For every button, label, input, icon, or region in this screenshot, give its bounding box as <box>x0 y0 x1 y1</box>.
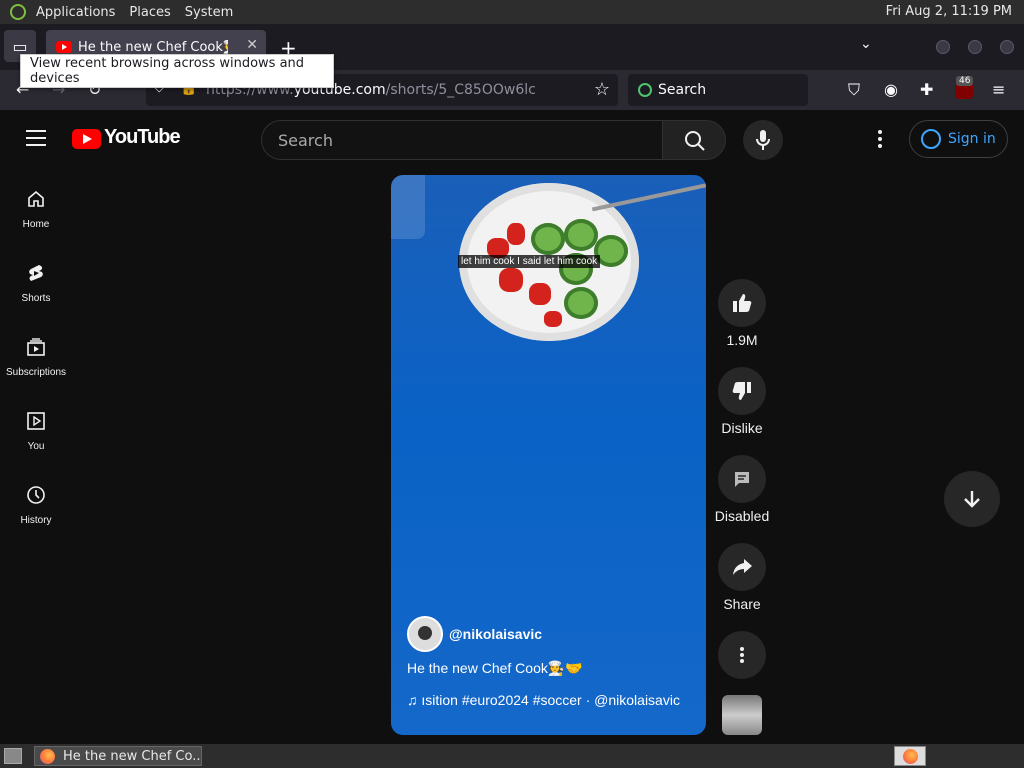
tomato-image <box>499 268 523 292</box>
shorts-icon <box>29 265 43 281</box>
extensions-puzzle-icon[interactable]: ✚ <box>920 80 933 99</box>
places-menu[interactable]: Places <box>129 5 170 20</box>
sidebar-item-you[interactable]: You <box>0 397 72 471</box>
account-icon[interactable]: ◉ <box>884 80 898 99</box>
more-vertical-icon <box>740 647 744 663</box>
more-actions-button[interactable] <box>718 631 766 679</box>
channel-avatar[interactable] <box>407 616 443 652</box>
thumbs-down-icon <box>732 382 751 400</box>
recent-browsing-icon: ▭ <box>12 36 28 56</box>
video-title: He the new Chef Cook🧑‍🍳🤝 <box>407 660 583 676</box>
sign-in-label: Sign in <box>948 131 996 147</box>
window-maximize-button[interactable] <box>968 40 982 54</box>
tomato-image <box>529 283 551 305</box>
guide-menu-icon[interactable] <box>26 130 46 151</box>
list-all-tabs-chevron-icon[interactable]: ⌄ <box>860 36 872 52</box>
sidebar-item-label: Home <box>22 219 50 230</box>
music-note-icon: ♫ <box>407 692 422 708</box>
youtube-header: YouTube Search Sign in <box>0 110 1024 168</box>
sidebar-item-home[interactable]: Home <box>0 175 72 249</box>
person-icon <box>921 129 941 149</box>
firefox-icon <box>40 749 55 764</box>
gnome-foot-icon[interactable] <box>10 4 26 20</box>
bottom-taskbar: He the new Chef Co... <box>0 744 1024 768</box>
sidebar-item-shorts[interactable]: Shorts <box>0 249 72 323</box>
youtube-favicon-icon <box>56 41 72 53</box>
applications-menu[interactable]: Applications <box>36 5 115 20</box>
share-arrow-icon <box>733 559 752 575</box>
youtube-search-placeholder: Search <box>278 130 333 150</box>
dislike-button[interactable] <box>718 367 766 415</box>
settings-kebab-icon[interactable] <box>878 130 882 151</box>
fork-image <box>591 182 706 212</box>
system-menu[interactable]: System <box>185 5 233 20</box>
cucumber-image <box>564 287 598 319</box>
taskbar-window-title: He the new Chef Co... <box>63 748 202 764</box>
next-short-thumbnail[interactable] <box>722 695 762 735</box>
comments-label: Disabled <box>714 508 770 524</box>
youtube-search-button[interactable] <box>662 120 726 160</box>
glass-image <box>391 175 425 239</box>
sidebar-item-subscriptions[interactable]: Subscriptions <box>0 323 72 397</box>
bookmark-star-icon[interactable]: ☆ <box>594 79 610 100</box>
sidebar-item-label: Subscriptions <box>5 367 67 378</box>
microphone-icon <box>756 130 770 150</box>
channel-name[interactable]: @nikolaisavic <box>449 626 542 642</box>
taskbar-window-firefox[interactable]: He the new Chef Co... <box>34 746 202 766</box>
window-minimize-button[interactable] <box>936 40 950 54</box>
sidebar-item-label: History <box>20 515 52 526</box>
cucumber-image <box>564 219 598 251</box>
show-desktop-icon[interactable] <box>4 748 22 764</box>
sidebar-item-label: Shorts <box>21 293 51 304</box>
youtube-search-input[interactable]: Search <box>261 120 663 160</box>
dislike-label: Dislike <box>721 420 763 436</box>
youtube-logo-icon[interactable] <box>72 129 101 149</box>
sign-in-button[interactable]: Sign in <box>909 120 1008 158</box>
music-line[interactable]: ♫ ısition #euro2024 #soccer · @nikolaisa… <box>407 692 680 708</box>
cucumber-image <box>531 223 565 255</box>
search-icon <box>685 131 705 151</box>
tab-close-icon[interactable]: ✕ <box>246 37 258 53</box>
like-count: 1.9M <box>726 332 758 348</box>
like-button[interactable] <box>718 279 766 327</box>
browser-search-box[interactable]: Search <box>628 74 808 106</box>
subscriptions-icon <box>27 338 45 356</box>
window-close-button[interactable] <box>1000 40 1014 54</box>
share-button[interactable] <box>718 543 766 591</box>
search-engine-icon <box>638 83 652 97</box>
you-icon <box>27 412 45 430</box>
short-video-player[interactable]: let him cook I said let him cook @nikola… <box>391 175 706 735</box>
sidebar-item-history[interactable]: History <box>0 471 72 545</box>
tooltip: View recent browsing across windows and … <box>20 54 334 88</box>
comment-icon <box>735 472 749 487</box>
app-menu-hamburger-icon[interactable]: ≡ <box>992 80 1005 99</box>
home-icon <box>28 190 44 207</box>
sidebar-item-label: You <box>27 441 45 452</box>
tomato-image <box>544 311 562 327</box>
next-video-button[interactable] <box>944 471 1000 527</box>
history-icon <box>27 486 45 504</box>
voice-search-button[interactable] <box>743 120 783 160</box>
workspace-switcher[interactable] <box>894 746 926 766</box>
thumbs-up-icon <box>733 294 752 312</box>
youtube-wordmark[interactable]: YouTube <box>104 126 181 149</box>
browser-search-placeholder: Search <box>658 82 707 98</box>
share-label: Share <box>723 596 761 612</box>
clock[interactable]: Fri Aug 2, 11:19 PM <box>886 4 1012 19</box>
comments-button[interactable] <box>718 455 766 503</box>
caption-overlay: let him cook I said let him cook <box>458 255 601 268</box>
system-top-panel: Applications Places System Fri Aug 2, 11… <box>0 0 1024 24</box>
ublock-count-badge: 46 <box>956 76 974 86</box>
arrow-down-icon <box>964 491 980 508</box>
tab-title: He the new Chef Cook🧑‍🍳🤝 <box>78 39 228 55</box>
tomato-image <box>507 223 525 245</box>
pocket-icon[interactable]: ⛉ <box>848 80 860 100</box>
